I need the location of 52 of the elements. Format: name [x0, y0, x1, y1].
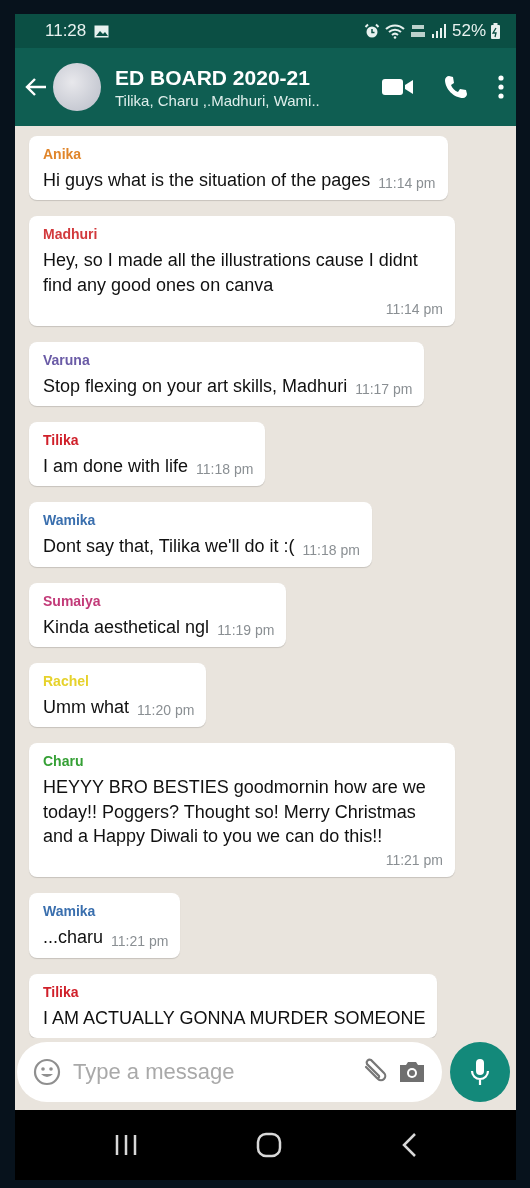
lte-icon — [409, 23, 426, 39]
sender-name: Charu — [43, 753, 85, 770]
message-time: 11:20 pm — [137, 702, 195, 720]
message-text: HEYYY BRO BESTIES goodmornin how are we today!! Poggers? Thought so! Merry Christmas and a Happy Diwali to you we can do this!! — [43, 776, 427, 848]
sender-name: Anika — [43, 146, 83, 162]
message-text: ...charu — [43, 926, 104, 950]
microphone-icon — [470, 1057, 490, 1087]
message-text: Hi guys what is the situation of the pages — [43, 169, 371, 192]
message-text: Umm what — [43, 696, 129, 720]
message-time: 11:18 pm — [302, 541, 360, 559]
sender-name: Madhuri — [43, 226, 99, 243]
message-text: I am done with life — [43, 455, 189, 479]
message-time: 11:14 pm — [378, 175, 436, 193]
emoji-icon[interactable] — [33, 1058, 61, 1086]
message-text: Kinda aesthetical ngl — [43, 615, 210, 639]
video-call-icon[interactable] — [382, 77, 414, 97]
battery-icon — [491, 23, 500, 39]
camera-icon[interactable] — [398, 1060, 426, 1084]
image-icon — [94, 24, 110, 38]
sender-name: Tilika — [43, 432, 80, 449]
message-input-field[interactable]: Type a message — [17, 1042, 442, 1102]
group-avatar[interactable] — [53, 63, 101, 111]
sender-name: Rachel — [43, 673, 90, 690]
wifi-icon — [384, 23, 405, 39]
message-time: 11:17 pm — [355, 381, 413, 399]
message-time: 11:21 pm — [111, 932, 169, 950]
message-text: Dont say that, Tilika we'll do it :( — [43, 535, 295, 559]
phone-icon[interactable] — [444, 75, 468, 99]
message-text: Stop flexing on your art skills, Madhuri — [43, 374, 348, 398]
sender-name: Tilika — [43, 983, 80, 1000]
more-options-icon[interactable] — [498, 75, 504, 99]
home-icon[interactable] — [256, 1132, 283, 1158]
message-time: 11:21 pm — [385, 852, 443, 870]
message-time: 11:14 pm — [385, 300, 443, 318]
alarm-icon — [363, 23, 380, 39]
message-time: 11:18 pm — [196, 461, 254, 479]
microphone-button[interactable] — [450, 1042, 510, 1102]
message-text: I AM ACTUALLY GONNA MURDER SOMEONE — [43, 1006, 426, 1030]
group-name: ED BOARD 2020-21 — [115, 65, 311, 90]
sender-name: Wamika — [43, 512, 97, 529]
sender-name: Wamika — [43, 903, 97, 920]
signal-icon — [430, 23, 447, 39]
recent-apps-icon[interactable] — [114, 1133, 139, 1157]
sender-name: Sumaiya — [43, 592, 102, 609]
status-time: 11:28 — [45, 21, 87, 41]
message-time: 11:19 pm — [217, 622, 275, 640]
sender-name: Varuna — [43, 351, 91, 368]
group-members: Tilika, Charu ,.Madhuri, Wami.. — [115, 91, 320, 109]
back-icon[interactable] — [400, 1132, 417, 1158]
back-arrow-icon[interactable] — [25, 77, 47, 97]
battery-percentage: 52% — [451, 21, 486, 41]
message-text: Hey, so I made all the illustrations cause I didnt find any good ones on canva — [43, 249, 419, 297]
